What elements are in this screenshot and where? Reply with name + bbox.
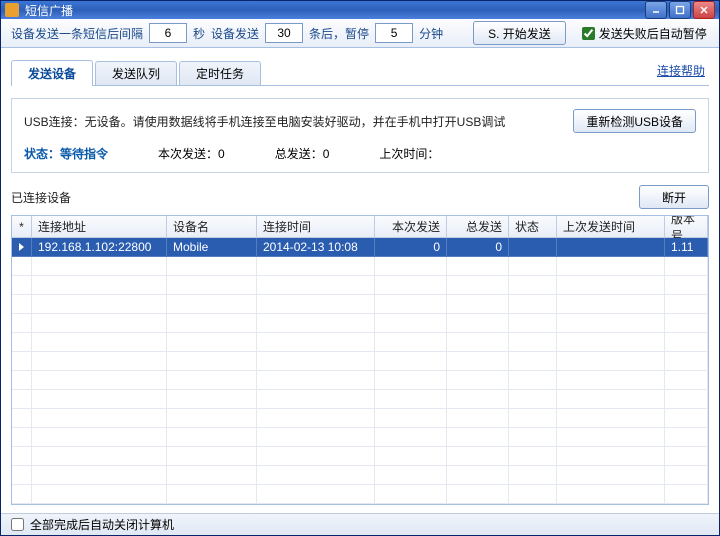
this-send-count: 本次发送：0 bbox=[158, 145, 225, 162]
minimize-button[interactable] bbox=[645, 1, 667, 19]
disconnect-button[interactable]: 断开 bbox=[639, 185, 709, 209]
close-button[interactable] bbox=[693, 1, 715, 19]
device-list-header: 已连接设备 断开 bbox=[11, 185, 709, 209]
device-list-title: 已连接设备 bbox=[11, 189, 71, 206]
col-device-name[interactable]: 设备名 bbox=[167, 216, 257, 237]
total-send-count: 总发送：0 bbox=[275, 145, 330, 162]
table-row-empty bbox=[12, 447, 708, 466]
grid-header-row: * 连接地址 设备名 连接时间 本次发送 总发送 状态 上次发送时间 版本号 bbox=[12, 216, 708, 238]
batch-label: 设备发送 bbox=[211, 25, 259, 42]
pause-input[interactable] bbox=[375, 23, 413, 43]
cell-addr: 192.168.1.102:22800 bbox=[32, 238, 167, 257]
shutdown-checkbox[interactable] bbox=[11, 518, 24, 531]
toolbar: 设备发送一条短信后间隔 秒 设备发送 条后，暂停 分钟 S. 开始发送 发送失败… bbox=[1, 19, 719, 48]
table-row-empty bbox=[12, 409, 708, 428]
col-total-send[interactable]: 总发送 bbox=[447, 216, 509, 237]
fail-pause-checkbox[interactable] bbox=[582, 27, 595, 40]
after-label: 条后，暂停 bbox=[309, 25, 369, 42]
cell-name: Mobile bbox=[167, 238, 257, 257]
interval-input[interactable] bbox=[149, 23, 187, 43]
cell-status bbox=[509, 238, 557, 257]
fail-pause-text: 发送失败后自动暂停 bbox=[599, 25, 707, 42]
col-indicator[interactable]: * bbox=[12, 216, 32, 237]
status-value: 等待指令 bbox=[60, 147, 108, 161]
table-row-empty bbox=[12, 466, 708, 485]
col-status[interactable]: 状态 bbox=[509, 216, 557, 237]
table-row-empty bbox=[12, 352, 708, 371]
usb-status-text: USB连接：无设备。请使用数据线将手机连接至电脑安装好驱动，并在手机中打开USB… bbox=[24, 113, 563, 130]
tab-bar: 发送设备 发送队列 定时任务 连接帮助 bbox=[11, 60, 709, 86]
table-row-empty bbox=[12, 485, 708, 504]
shutdown-label: 全部完成后自动关闭计算机 bbox=[30, 516, 174, 533]
col-address[interactable]: 连接地址 bbox=[32, 216, 167, 237]
table-row-empty bbox=[12, 371, 708, 390]
col-last-send-time[interactable]: 上次发送时间 bbox=[557, 216, 665, 237]
tab-send-device[interactable]: 发送设备 bbox=[11, 60, 93, 86]
cell-this_send: 0 bbox=[375, 238, 447, 257]
fail-pause-checkbox-label[interactable]: 发送失败后自动暂停 bbox=[582, 25, 707, 42]
window-title: 短信广播 bbox=[25, 2, 645, 19]
table-row-empty bbox=[12, 314, 708, 333]
device-grid: * 连接地址 设备名 连接时间 本次发送 总发送 状态 上次发送时间 版本号 1… bbox=[11, 215, 709, 505]
col-connect-time[interactable]: 连接时间 bbox=[257, 216, 375, 237]
col-this-send[interactable]: 本次发送 bbox=[375, 216, 447, 237]
table-row-empty bbox=[12, 333, 708, 352]
last-time-label: 上次时间： bbox=[379, 145, 439, 162]
row-indicator-icon bbox=[19, 243, 24, 251]
col-version[interactable]: 版本号 bbox=[665, 216, 708, 237]
row-indicator-cell bbox=[12, 238, 32, 257]
grid-body[interactable]: 192.168.1.102:22800Mobile2014-02-13 10:0… bbox=[12, 238, 708, 504]
rescan-usb-button[interactable]: 重新检测USB设备 bbox=[573, 109, 696, 133]
table-row-empty bbox=[12, 390, 708, 409]
connect-help-link[interactable]: 连接帮助 bbox=[657, 62, 705, 79]
minutes-label: 分钟 bbox=[419, 25, 443, 42]
table-row-empty bbox=[12, 276, 708, 295]
footer: 全部完成后自动关闭计算机 bbox=[1, 513, 719, 535]
table-row-empty bbox=[12, 295, 708, 314]
table-row-empty bbox=[12, 428, 708, 447]
tab-send-queue[interactable]: 发送队列 bbox=[95, 61, 177, 85]
seconds-label: 秒 bbox=[193, 25, 205, 42]
interval-label: 设备发送一条短信后间隔 bbox=[11, 25, 143, 42]
batch-input[interactable] bbox=[265, 23, 303, 43]
start-send-button[interactable]: S. 开始发送 bbox=[473, 21, 566, 45]
cell-total_send: 0 bbox=[447, 238, 509, 257]
cell-version: 1.11 bbox=[665, 238, 708, 257]
table-row-empty bbox=[12, 257, 708, 276]
info-panel: USB连接：无设备。请使用数据线将手机连接至电脑安装好驱动，并在手机中打开USB… bbox=[11, 98, 709, 173]
window-controls bbox=[645, 1, 715, 19]
cell-conn_time: 2014-02-13 10:08 bbox=[257, 238, 375, 257]
table-row[interactable]: 192.168.1.102:22800Mobile2014-02-13 10:0… bbox=[12, 238, 708, 257]
titlebar: 短信广播 bbox=[1, 1, 719, 19]
app-icon bbox=[5, 3, 19, 17]
main-window: 短信广播 设备发送一条短信后间隔 秒 设备发送 条后，暂停 分钟 S. 开始发送… bbox=[0, 0, 720, 536]
tab-schedule[interactable]: 定时任务 bbox=[179, 61, 261, 85]
content-area: 发送设备 发送队列 定时任务 连接帮助 USB连接：无设备。请使用数据线将手机连… bbox=[1, 48, 719, 513]
cell-last_send_time bbox=[557, 238, 665, 257]
status-label: 状态： bbox=[24, 147, 60, 161]
maximize-button[interactable] bbox=[669, 1, 691, 19]
